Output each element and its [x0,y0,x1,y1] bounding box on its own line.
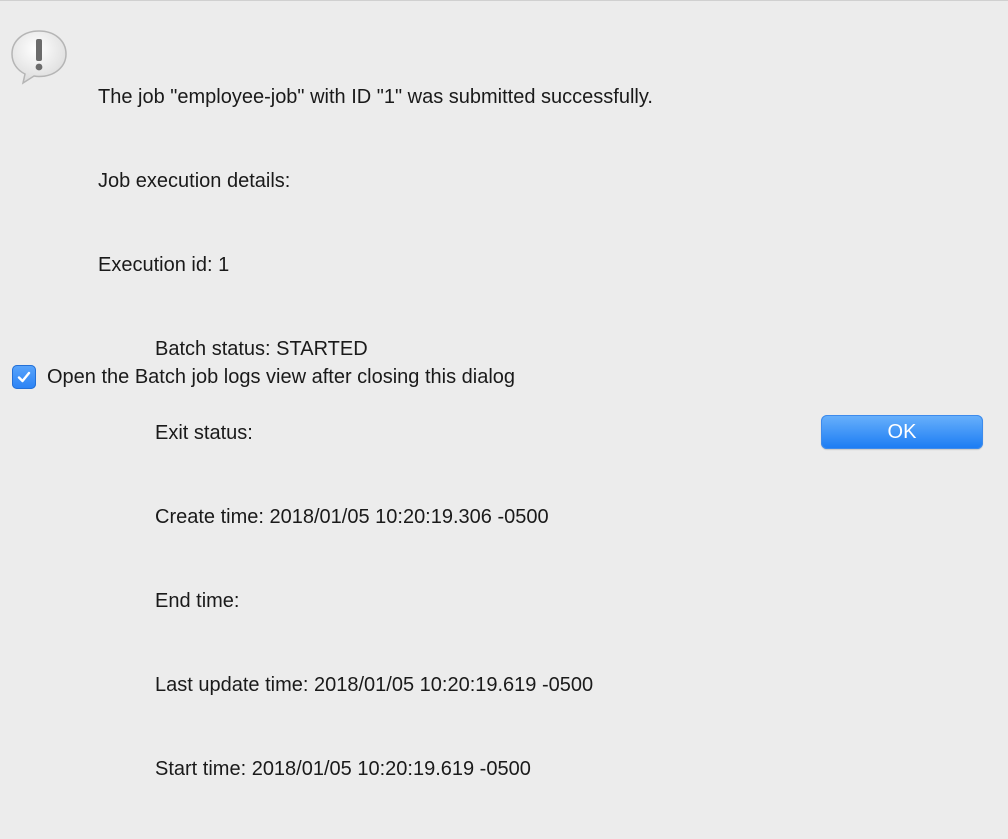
message-line: Job execution details: [98,170,291,192]
exclamation-speech-bubble-icon [8,27,70,87]
checkmark-icon [17,371,31,383]
detail-batch-status: Batch status: STARTED [155,338,368,360]
message-line: The job "employee-job" with ID "1" was s… [98,86,653,108]
dialog-message: The job "employee-job" with ID "1" was s… [98,27,653,839]
job-submitted-dialog: The job "employee-job" with ID "1" was s… [0,0,1008,780]
open-logs-option[interactable]: Open the Batch job logs view after closi… [12,363,515,391]
detail-create-time: Create time: 2018/01/05 10:20:19.306 -05… [155,506,549,528]
detail-end-time: End time: [155,590,240,612]
detail-start-time: Start time: 2018/01/05 10:20:19.619 -050… [155,758,531,780]
detail-exit-status: Exit status: [155,422,253,444]
ok-button[interactable]: OK [821,415,983,449]
detail-last-update-time: Last update time: 2018/01/05 10:20:19.61… [155,674,594,696]
message-line: Execution id: 1 [98,254,230,276]
open-logs-label[interactable]: Open the Batch job logs view after closi… [47,366,515,389]
open-logs-checkbox[interactable] [12,365,36,389]
